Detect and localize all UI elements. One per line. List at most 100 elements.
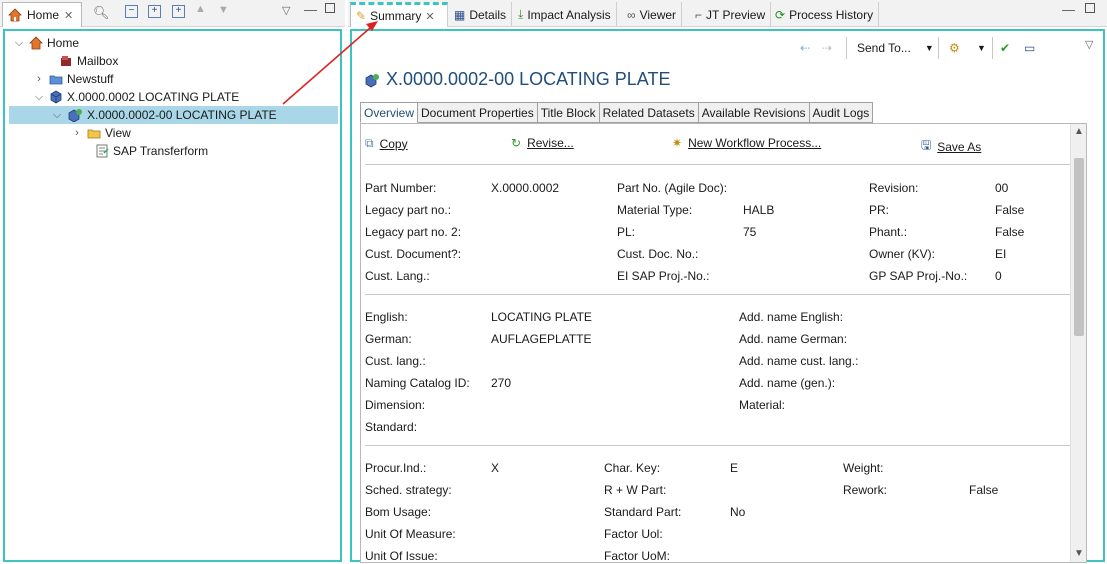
summary-view: ⇠ ⇢ Send To... ▼ ⚙ ▼ ✔ ▭ ▽ X.0000.0002-0… [350, 29, 1105, 563]
collapse-all-icon[interactable]: − [125, 5, 138, 18]
tab-document-properties[interactable]: Document Properties [418, 102, 538, 123]
dropdown-arrow-icon[interactable]: ▼ [977, 37, 986, 59]
material-type-label: Material Type: [617, 203, 693, 217]
search-icon[interactable]: 🔍︎ [93, 5, 110, 21]
tree-node-home[interactable]: ⌵ Home [13, 34, 79, 52]
new-workflow-button[interactable]: ✷ New Workflow Process... [672, 136, 821, 150]
process-history-icon: ⟳ [775, 7, 786, 22]
scroll-up-icon[interactable]: ▲ [1074, 126, 1084, 137]
impact-analysis-icon: ⤓ [518, 7, 524, 21]
tab-viewer[interactable]: ∞ Viewer [622, 2, 683, 27]
view-menu-icon[interactable]: ▽ [1085, 33, 1093, 55]
tab-label: Summary [370, 9, 422, 23]
tab-home[interactable]: Home ✕ [2, 2, 82, 27]
vertical-scrollbar[interactable]: ▲ ▼ [1070, 124, 1086, 562]
close-icon[interactable]: ✕ [425, 10, 434, 23]
tab-label: Details [469, 7, 507, 22]
tab-jt-preview[interactable]: ⌐ JT Preview [690, 2, 772, 27]
minimize-icon[interactable]: — [304, 2, 317, 17]
expand-icon[interactable]: + [148, 5, 161, 18]
chevron-down-icon[interactable]: ⌵ [33, 91, 45, 104]
chevron-right-icon[interactable]: › [33, 73, 45, 85]
maximize-icon[interactable] [1085, 3, 1095, 13]
tree-node-label: Mailbox [77, 54, 119, 68]
send-to-button[interactable]: Send To... ▼ [857, 37, 934, 59]
chevron-down-icon[interactable]: ⌵ [51, 109, 63, 122]
tree-node-mailbox[interactable]: Mailbox [59, 52, 118, 70]
pl-label: PL: [617, 225, 636, 239]
tab-summary[interactable]: ✎ Summary ✕ [350, 2, 448, 27]
rework-value: False [969, 483, 999, 497]
copy-button[interactable]: ⧉ Copy [365, 136, 408, 151]
tree-node-label: X.0000.0002 LOCATING PLATE [67, 90, 240, 104]
unit-of-issue-label: Unit Of Issue: [365, 549, 438, 563]
part-number-value: X.0000.0002 [491, 181, 560, 195]
item-cube-icon [50, 90, 62, 104]
forward-arrow-icon[interactable]: ⇢ [822, 37, 832, 59]
checkmark-icon[interactable]: ✔ [1000, 37, 1010, 59]
arrow-up-icon[interactable]: ▲ [195, 3, 206, 15]
factor-uol-label: Factor Uol: [604, 527, 663, 541]
tree-node-item-revision[interactable]: ⌵ X.0000.0002-00 LOCATING PLATE [9, 106, 338, 124]
add-name-german-label: Add. name German: [739, 332, 848, 346]
procur-ind-label: Procur.Ind.: [365, 461, 427, 475]
item-revision-icon [365, 73, 379, 87]
tab-overview[interactable]: Overview [360, 102, 419, 123]
navigator-tab-bar: Home ✕ 🔍︎ − + + ▲ ▼ ▽ — [0, 0, 345, 27]
revise-button[interactable]: ↻ Revise... [511, 136, 574, 150]
jt-preview-icon: ⌐ [695, 7, 703, 22]
legacy-part-label: Legacy part no.: [365, 203, 452, 217]
tree-node-label: Home [47, 36, 80, 50]
overview-content: ⧉ Copy ↻ Revise... ✷ New Workflow Proces… [360, 123, 1087, 563]
section-divider [365, 294, 1075, 295]
home-icon [29, 36, 43, 50]
save-as-button[interactable]: 🖫︎ Save As [921, 136, 981, 157]
maximize-icon[interactable] [325, 3, 335, 13]
tree-node-newstuff[interactable]: › Newstuff [33, 70, 113, 88]
close-icon[interactable]: ✕ [64, 9, 73, 22]
tab-related-datasets[interactable]: Related Datasets [599, 102, 699, 123]
weight-label: Weight: [843, 461, 884, 475]
cust-lang-name-label: Cust. lang.: [365, 354, 426, 368]
tree-node-view[interactable]: › View [71, 124, 131, 142]
revise-label: Revise... [527, 136, 574, 150]
form-icon [96, 144, 109, 158]
tab-details[interactable]: ▦ Details [449, 2, 513, 27]
tree-node-item[interactable]: ⌵ X.0000.0002 LOCATING PLATE [33, 88, 239, 106]
arrow-down-icon[interactable]: ▼ [218, 4, 229, 16]
dropdown-arrow-icon[interactable]: ▼ [925, 43, 934, 53]
scroll-down-icon[interactable]: ▼ [1074, 548, 1084, 559]
english-label: English: [365, 310, 408, 324]
view-menu-icon[interactable]: ▽ [282, 4, 290, 17]
material-label: Material: [739, 398, 786, 412]
minimize-icon[interactable]: — [1062, 2, 1075, 17]
tab-available-revisions[interactable]: Available Revisions [698, 102, 810, 123]
tab-process-history[interactable]: ⟳ Process History [770, 2, 880, 27]
phant-value: False [995, 225, 1025, 239]
folder-icon [87, 129, 101, 139]
gp-sap-proj-value: 0 [995, 269, 1002, 283]
material-type-value: HALB [743, 203, 775, 217]
tab-home-label: Home [27, 8, 60, 22]
pl-value: 75 [743, 225, 757, 239]
scrollbar-thumb[interactable] [1074, 158, 1084, 336]
tab-audit-logs[interactable]: Audit Logs [809, 102, 874, 123]
expand-all-icon[interactable]: + [172, 5, 185, 18]
chevron-down-icon[interactable]: ⌵ [13, 37, 25, 50]
tree-node-label: X.0000.0002-00 LOCATING PLATE [87, 108, 277, 122]
tab-label: Process History [789, 7, 874, 22]
send-to-label: Send To... [857, 41, 911, 55]
factor-uom-label: Factor UoM: [604, 549, 671, 563]
tab-impact-analysis[interactable]: ⤓ Impact Analysis [513, 2, 617, 27]
chevron-right-icon[interactable]: › [71, 127, 83, 139]
cust-doc-no-label: Cust. Doc. No.: [617, 247, 699, 261]
gp-sap-proj-label: GP SAP Proj.-No.: [869, 269, 968, 283]
tree-node-sap-transferform[interactable]: SAP Transferform [95, 142, 208, 160]
tree-node-label: SAP Transferform [113, 144, 209, 158]
mailbox-icon [61, 56, 71, 66]
services-icon[interactable]: ⚙ [949, 37, 960, 59]
naming-catalog-value: 270 [491, 376, 512, 390]
window-icon[interactable]: ▭ [1024, 37, 1035, 59]
tab-title-block[interactable]: Title Block [537, 102, 600, 123]
back-arrow-icon[interactable]: ⇠ [800, 37, 810, 59]
